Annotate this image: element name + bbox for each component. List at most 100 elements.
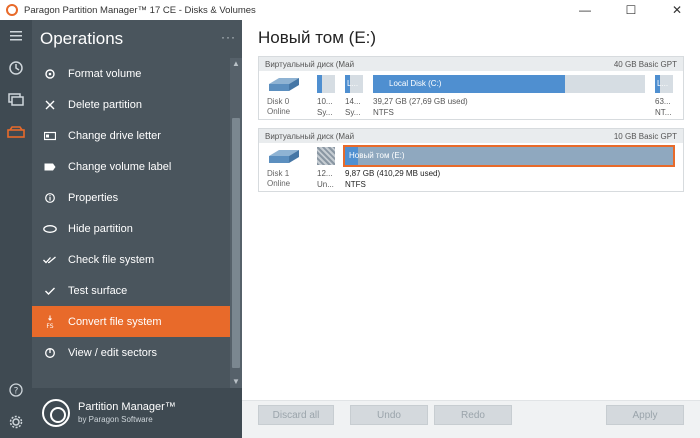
- more-options-icon[interactable]: ···: [221, 30, 236, 44]
- disks-volumes-icon[interactable]: [0, 118, 32, 146]
- op-label: Delete partition: [68, 98, 142, 111]
- scroll-thumb[interactable]: [232, 118, 240, 368]
- op-change-drive-letter[interactable]: Change drive letter: [32, 120, 230, 151]
- format-icon: [32, 68, 68, 79]
- settings-gear-icon[interactable]: [0, 408, 32, 436]
- disk-row[interactable]: Виртуальный диск (Май 10 GB Basic GPT Di…: [258, 128, 684, 192]
- partition-bar: L...: [655, 75, 673, 93]
- op-label: Change drive letter: [68, 129, 161, 142]
- paragon-logo-icon: [42, 399, 70, 427]
- op-view-edit-sectors[interactable]: View / edit sectors: [32, 337, 230, 368]
- disk-size: 40 GB Basic GPT: [613, 59, 677, 69]
- brand-footer: Partition Manager™ by Paragon Software: [32, 388, 242, 438]
- disk-row[interactable]: Виртуальный диск (Май 40 GB Basic GPT Di…: [258, 56, 684, 120]
- unallocated-bar: [317, 147, 335, 165]
- partition-size: 14...: [345, 97, 361, 106]
- disk-name: Disk 0: [267, 97, 290, 106]
- page-title: Новый том (E:): [258, 28, 377, 47]
- disk-header: Виртуальный диск (Май 40 GB Basic GPT: [259, 57, 683, 71]
- disk-name: Disk 1: [267, 169, 290, 178]
- partition-bar: [317, 75, 335, 93]
- op-label: Convert file system: [68, 315, 162, 328]
- partition-unallocated[interactable]: 12... Un...: [317, 147, 335, 189]
- minimize-button[interactable]: —: [562, 0, 608, 20]
- history-clock-icon[interactable]: [0, 54, 32, 82]
- disk-model: Виртуальный диск (Май: [265, 59, 355, 69]
- disk-header: Виртуальный диск (Май 10 GB Basic GPT: [259, 129, 683, 143]
- operations-panel: Operations ··· Format volume Delete part…: [32, 20, 242, 438]
- partition-fs: Un...: [317, 180, 334, 189]
- op-label: Test surface: [68, 284, 128, 297]
- hard-disk-icon: [269, 78, 299, 91]
- partition-new-volume-e[interactable]: Новый том (E:) 9,87 GB (410,29 MB used) …: [343, 145, 675, 189]
- action-footer: Discard all Undo Redo Apply: [242, 400, 700, 438]
- operations-scrollbar[interactable]: ▲ ▼: [230, 58, 242, 388]
- op-label: View / edit sectors: [68, 346, 158, 359]
- title-bar: Paragon Partition Manager™ 17 CE - Disks…: [0, 0, 700, 20]
- apply-button[interactable]: Apply: [606, 405, 684, 425]
- op-label: Properties: [68, 191, 119, 204]
- disk-size: 10 GB Basic GPT: [613, 131, 677, 141]
- close-button[interactable]: ✕: [654, 0, 700, 20]
- op-label: Check file system: [68, 253, 155, 266]
- partition-fs: NTFS: [373, 108, 394, 117]
- partition-size: 39,27 GB (27,69 GB used): [373, 97, 468, 106]
- partition-bar: Local Disk (C:): [373, 75, 645, 93]
- app-logo-icon: [6, 4, 18, 16]
- svg-text:FS: FS: [46, 323, 53, 329]
- partition[interactable]: 10... Sy...: [317, 75, 335, 117]
- partition-size: 12...: [317, 169, 333, 178]
- window-title: Paragon Partition Manager™ 17 CE - Disks…: [24, 4, 256, 16]
- brand-subtitle: by Paragon Software: [78, 414, 153, 424]
- undo-button[interactable]: Undo: [350, 405, 428, 425]
- discard-all-button[interactable]: Discard all: [258, 405, 334, 425]
- hamburger-menu-icon[interactable]: [0, 22, 32, 50]
- operations-title: Operations: [40, 29, 124, 48]
- op-check-file-system[interactable]: Check file system: [32, 244, 230, 275]
- op-convert-file-system[interactable]: FS Convert file system: [32, 306, 230, 337]
- hide-eye-icon: [32, 224, 68, 233]
- disk-status: Online: [267, 107, 291, 116]
- op-label: Change volume label: [68, 160, 172, 173]
- op-properties[interactable]: Properties: [32, 182, 230, 213]
- partition-used-fill: [317, 75, 323, 93]
- window-controls: — ☐ ✕: [562, 0, 700, 20]
- partition-fs: NTFS: [345, 180, 366, 189]
- op-change-volume-label[interactable]: Change volume label: [32, 151, 230, 182]
- brand-name: Partition Manager™: [78, 400, 176, 413]
- op-label: Format volume: [68, 67, 142, 80]
- scroll-up-icon[interactable]: ▲: [230, 58, 242, 70]
- label-tag-icon: [32, 163, 68, 171]
- partition-fs: Sy...: [317, 108, 333, 117]
- delete-x-icon: [32, 100, 68, 110]
- op-label: Hide partition: [68, 222, 133, 235]
- partition-bar-selected: Новый том (E:): [343, 145, 675, 167]
- op-delete-partition[interactable]: Delete partition: [32, 89, 230, 120]
- convert-fs-icon: FS: [32, 315, 68, 329]
- scroll-down-icon[interactable]: ▼: [230, 376, 242, 388]
- op-hide-partition[interactable]: Hide partition: [32, 213, 230, 244]
- main-area: Новый том (E:) Виртуальный диск (Май 40 …: [242, 20, 700, 438]
- brand-text: Partition Manager™ by Paragon Software: [78, 401, 176, 426]
- backup-monitor-icon[interactable]: [0, 86, 32, 114]
- info-icon: [32, 192, 68, 203]
- partition-fs: Sy...: [345, 108, 361, 117]
- drive-letter-icon: [32, 131, 68, 141]
- help-icon[interactable]: ?: [0, 376, 32, 404]
- op-format-volume[interactable]: Format volume: [32, 58, 230, 89]
- partition-label: Новый том (E:): [349, 151, 405, 160]
- disk-model: Виртуальный диск (Май: [265, 131, 355, 141]
- partition-label: L...: [657, 79, 669, 88]
- partition-size: 10...: [317, 97, 333, 106]
- partition-bar: L...: [345, 75, 363, 93]
- op-test-surface[interactable]: Test surface: [32, 275, 230, 306]
- disk-body: Disk 0 Online 10... Sy... L... 14... Sy.…: [259, 71, 683, 119]
- operations-header: Operations ···: [40, 26, 240, 52]
- disk-status: Online: [267, 179, 291, 188]
- maximize-button[interactable]: ☐: [608, 0, 654, 20]
- redo-button[interactable]: Redo: [434, 405, 512, 425]
- sectors-icon: [32, 347, 68, 358]
- partition[interactable]: L... 14... Sy...: [345, 75, 363, 117]
- partition-local-disk-c[interactable]: Local Disk (C:) 39,27 GB (27,69 GB used)…: [373, 75, 645, 117]
- partition[interactable]: L... 63... NT...: [655, 75, 673, 117]
